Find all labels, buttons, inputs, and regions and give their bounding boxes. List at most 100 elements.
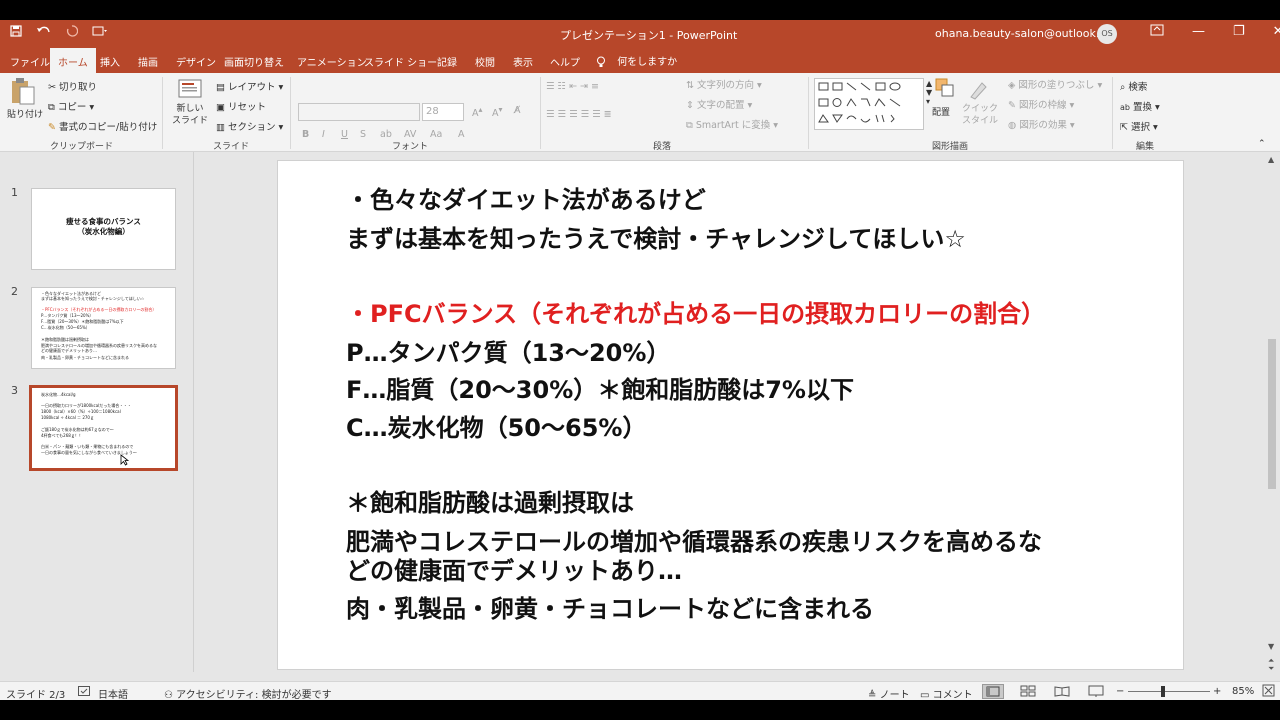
align-text-button[interactable]: ⇕ 文字の配置 ▾ (686, 97, 752, 111)
accessibility-icon: ⚇ (164, 690, 173, 700)
text-direction-button[interactable]: ⇅ 文字列の方向 ▾ (686, 77, 762, 91)
tab-help[interactable]: ヘルプ (550, 54, 580, 69)
save-icon[interactable] (10, 25, 22, 40)
reset-button[interactable]: ▣ リセット (216, 99, 266, 113)
cut-button[interactable]: ✂ 切り取り (48, 79, 97, 93)
italic-button[interactable]: I (322, 129, 325, 140)
slide-text-line[interactable]: P…タンパク質（13〜20%） (346, 338, 670, 368)
tab-view[interactable]: 表示 (513, 54, 533, 69)
bold-button[interactable]: B (302, 129, 309, 140)
fit-to-window-icon[interactable] (1262, 684, 1275, 700)
avatar[interactable]: OS (1097, 24, 1117, 44)
quick-access-toolbar (10, 25, 108, 40)
tab-draw[interactable]: 描画 (138, 54, 158, 69)
spellcheck-icon[interactable] (78, 686, 90, 697)
quick-styles-button[interactable] (968, 77, 992, 104)
close-button[interactable]: ✕ (1273, 24, 1280, 40)
minimize-button[interactable]: — (1192, 24, 1205, 40)
strikethrough-icon[interactable]: ab (380, 129, 392, 140)
restore-button[interactable]: ❐ (1233, 24, 1245, 40)
slide-thumbnail-2[interactable]: ・色々なダイエット法があるけど まずは基本を知ったうえで検討・チャレンジしてほし… (31, 287, 176, 369)
grow-font-icon[interactable]: A▴ (472, 105, 482, 119)
vertical-scrollbar[interactable]: ▲ ▼ ⏶ ⏷ (1265, 152, 1280, 674)
undo-icon[interactable] (36, 25, 52, 40)
tab-animations[interactable]: アニメーション (297, 54, 367, 69)
slide-text-line[interactable]: 肥満やコレステロールの増加や循環器系の疾患リスクを高めるな (346, 527, 1042, 557)
slide-thumbnail-1[interactable]: 痩せる食事のバランス （炭水化物編） (31, 188, 176, 270)
paste-button[interactable] (9, 77, 37, 110)
arrange-button[interactable] (934, 77, 956, 102)
zoom-in-icon[interactable]: + (1213, 686, 1221, 697)
tab-file[interactable]: ファイル (10, 54, 50, 69)
slide-canvas[interactable]: ・色々なダイエット法があるけど まずは基本を知ったうえで検討・チャレンジしてほし… (277, 160, 1184, 670)
tab-insert[interactable]: 挿入 (100, 54, 120, 69)
shapes-gallery[interactable] (814, 78, 924, 130)
slide-text-line[interactable]: ＊飽和脂肪酸は過剰摂取は (346, 488, 634, 518)
tell-me-box[interactable]: 何をしますか (596, 53, 677, 68)
zoom-slider-track[interactable] (1128, 691, 1210, 692)
slide-sorter-view-icon[interactable] (1020, 685, 1036, 700)
reading-view-icon[interactable] (1054, 685, 1070, 700)
new-slide-button[interactable] (178, 77, 204, 104)
replace-button[interactable]: ab 置換 ▾ (1120, 99, 1160, 113)
font-size-combo[interactable]: 28 (422, 103, 464, 121)
section-button[interactable]: ▥ セクション ▾ (216, 119, 283, 133)
tab-review[interactable]: 校閲 (475, 54, 495, 69)
comments-button[interactable]: ▭ コメント (920, 686, 973, 700)
shape-outline-button[interactable]: ✎ 図形の枠線 ▾ (1008, 97, 1074, 111)
font-name-combo[interactable] (298, 103, 420, 121)
thumbnail-title: 痩せる食事のバランス （炭水化物編） (66, 217, 141, 236)
bullets-icon[interactable]: ☰ ☷ ⇤ ⇥ ≡ (546, 81, 599, 92)
tab-record[interactable]: 記録 (437, 54, 457, 69)
clear-format-icon[interactable]: A̸ (514, 105, 521, 116)
tell-me-label: 何をしますか (617, 57, 678, 68)
smartart-button[interactable]: ⧉ SmartArt に変換 ▾ (686, 117, 778, 131)
slide-text-line[interactable]: ・色々なダイエット法があるけど (346, 185, 706, 215)
scrollbar-thumb[interactable] (1268, 339, 1276, 489)
zoom-level[interactable]: 85% (1232, 686, 1254, 697)
customize-qat-icon[interactable] (92, 25, 108, 40)
gallery-scroll-icon[interactable]: ▲ ▼ ▾ (926, 79, 932, 106)
redo-icon[interactable] (66, 25, 79, 40)
scroll-down-icon[interactable]: ▼ (1268, 642, 1274, 651)
copy-button[interactable]: ⧉ コピー ▾ (48, 99, 94, 113)
select-button[interactable]: ⇱ 選択 ▾ (1120, 119, 1158, 133)
align-icons[interactable]: ☰ ☰ ☰ ☰ ☰ ≣ (546, 109, 612, 120)
layout-button[interactable]: ▤ レイアウト ▾ (216, 79, 283, 93)
slideshow-view-icon[interactable] (1088, 685, 1104, 700)
slide-text-line[interactable]: ・PFCバランス（それぞれが占める一日の摂取カロリーの割合） (346, 299, 1045, 329)
scroll-up-icon[interactable]: ▲ (1268, 155, 1274, 164)
tab-design[interactable]: デザイン (176, 54, 216, 69)
slide-thumbnail-3[interactable]: 炭水化物…4kcal/g 一日の摂取カロリーが1800kcalだった場合・・・ … (29, 385, 178, 471)
normal-view-icon (986, 686, 1000, 697)
slide-text-line[interactable]: 肉・乳製品・卵黄・チョコレートなどに含まれる (346, 594, 874, 624)
slide-text-line[interactable]: どの健康面でデメリットあり… (346, 556, 682, 586)
collapse-ribbon-icon[interactable]: ⌃ (1258, 139, 1266, 149)
align-text-label: 文字の配置 (696, 100, 745, 111)
slide-text-line[interactable]: F…脂質（20〜30%）＊飽和脂肪酸は7%以下 (346, 375, 854, 405)
format-painter-button[interactable]: ✎ 書式のコピー/貼り付け (48, 119, 157, 133)
tab-transitions[interactable]: 画面切り替え (224, 54, 284, 69)
slide-text-line[interactable]: C…炭水化物（50〜65%） (346, 413, 646, 443)
change-case-icon[interactable]: Aa (430, 129, 442, 140)
underline-button[interactable]: U (341, 129, 348, 140)
slide-text-line[interactable]: まずは基本を知ったうえで検討・チャレンジしてほしい☆ (346, 224, 966, 254)
language-indicator[interactable]: 日本語 (98, 686, 128, 700)
shrink-font-icon[interactable]: A▾ (492, 105, 502, 119)
ribbon-display-icon[interactable] (1150, 24, 1164, 40)
notes-button[interactable]: ≜ ノート (868, 686, 910, 700)
zoom-slider-thumb[interactable] (1161, 686, 1166, 697)
account-name[interactable]: ohana.beauty-salon@outlook.jp (935, 27, 1109, 40)
zoom-out-icon[interactable]: − (1116, 686, 1124, 697)
font-color-icon[interactable]: A (458, 129, 465, 140)
shadow-button[interactable]: S (360, 129, 366, 140)
shape-effects-button[interactable]: ◍ 図形の効果 ▾ (1008, 117, 1075, 131)
search-icon: ⌕ (1120, 82, 1126, 93)
find-button[interactable]: ⌕ 検索 (1120, 79, 1147, 93)
tab-slideshow[interactable]: スライド ショー (364, 54, 437, 69)
normal-view-button[interactable] (982, 684, 1004, 699)
accessibility-status[interactable]: ⚇ アクセシビリティ: 検討が必要です (164, 686, 332, 700)
tab-home[interactable]: ホーム (50, 48, 96, 73)
next-slide-icon[interactable]: ⏷ (1268, 664, 1274, 674)
shape-fill-button[interactable]: ◈ 図形の塗りつぶし ▾ (1008, 77, 1102, 91)
